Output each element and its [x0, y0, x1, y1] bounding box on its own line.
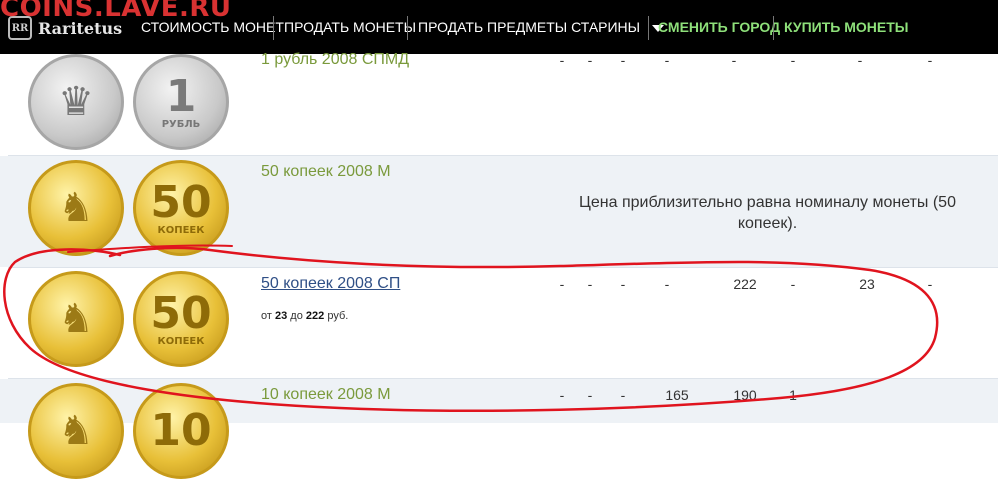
coin-denomination: 50 — [150, 176, 212, 228]
nav-separator — [773, 16, 774, 40]
price-cell: - — [620, 276, 626, 292]
eagle-emblem-icon: ♛ — [58, 80, 94, 124]
coin-reverse-image[interactable]: 50 КОПЕЕК — [133, 160, 229, 256]
price-from-label: от — [261, 310, 272, 322]
price-cell: - — [559, 276, 565, 292]
coin-denomination-unit: КОПЕЕК — [157, 335, 205, 347]
price-cell: - — [620, 387, 626, 403]
price-cell: - — [587, 52, 593, 68]
coin-title[interactable]: 1 рубль 2008 СПМД — [261, 51, 409, 69]
price-cell: - — [927, 52, 933, 68]
price-cell: 222 — [733, 276, 757, 292]
watermark: COINS.LAVE.RU — [0, 0, 232, 23]
price-from: 23 — [274, 310, 288, 322]
coin-title-link[interactable]: 50 копеек 2008 СП — [261, 275, 400, 293]
price-cell: - — [559, 52, 565, 68]
coin-obverse-image[interactable]: ♛ — [28, 54, 124, 150]
nav-sell-antiques-label: ПРОДАТЬ ПРЕДМЕТЫ СТАРИНЫ — [418, 19, 641, 35]
coin-title[interactable]: 50 копеек 2008 М — [261, 163, 391, 181]
row-divider — [8, 155, 998, 156]
price-unit: руб. — [327, 310, 349, 322]
price-to: 222 — [305, 310, 325, 322]
nav-separator — [407, 16, 408, 40]
coin-title[interactable]: 10 копеек 2008 М — [261, 386, 391, 404]
price-cell: - — [664, 52, 670, 68]
nav-sell-antiques[interactable]: ПРОДАТЬ ПРЕДМЕТЫ СТАРИНЫ — [418, 19, 665, 35]
price-cell: - — [790, 52, 796, 68]
nav-separator — [273, 16, 274, 40]
coin-obverse-image[interactable]: ♞ — [28, 383, 124, 479]
price-cell: - — [790, 276, 796, 292]
price-range: от 23 до 222 руб. — [261, 310, 348, 322]
coin-reverse-image[interactable]: 10 — [133, 383, 229, 479]
price-cell: 190 — [733, 387, 757, 403]
price-cell: - — [559, 387, 565, 403]
price-cell: - — [927, 276, 933, 292]
nav-buy-coins[interactable]: КУПИТЬ МОНЕТЫ — [784, 19, 909, 35]
nav-sell-coins[interactable]: ПРОДАТЬ МОНЕТЫ — [284, 19, 416, 35]
price-cell: - — [664, 276, 670, 292]
coin-denomination: 10 — [150, 405, 212, 456]
coin-denomination-unit: РУБЛЬ — [161, 118, 201, 130]
coin-denomination-unit: КОПЕЕК — [157, 224, 205, 236]
price-cell: - — [620, 52, 626, 68]
row-divider — [8, 267, 998, 268]
nav-separator — [648, 16, 649, 40]
price-note: Цена приблизительно равна номиналу монет… — [579, 194, 956, 232]
coin-obverse-image[interactable]: ♞ — [28, 271, 124, 367]
coin-obverse-image[interactable]: ♞ — [28, 160, 124, 256]
nav-change-city[interactable]: СМЕНИТЬ ГОРОД — [658, 19, 780, 35]
saint-george-icon: ♞ — [58, 409, 94, 453]
coin-denomination: 50 — [150, 287, 212, 339]
price-cell: 1 — [789, 387, 797, 403]
row-divider — [8, 378, 998, 379]
price-cell: 23 — [859, 276, 875, 292]
price-cell: 165 — [665, 387, 689, 403]
price-cell: - — [587, 276, 593, 292]
price-cell: - — [731, 52, 737, 68]
price-cell: - — [587, 387, 593, 403]
price-cell: - — [857, 52, 863, 68]
saint-george-icon: ♞ — [58, 297, 94, 341]
price-to-label: до — [290, 310, 303, 322]
coin-denomination: 1 — [165, 70, 197, 122]
coin-reverse-image[interactable]: 1 РУБЛЬ — [133, 54, 229, 150]
saint-george-icon: ♞ — [58, 186, 94, 230]
coin-reverse-image[interactable]: 50 КОПЕЕК — [133, 271, 229, 367]
